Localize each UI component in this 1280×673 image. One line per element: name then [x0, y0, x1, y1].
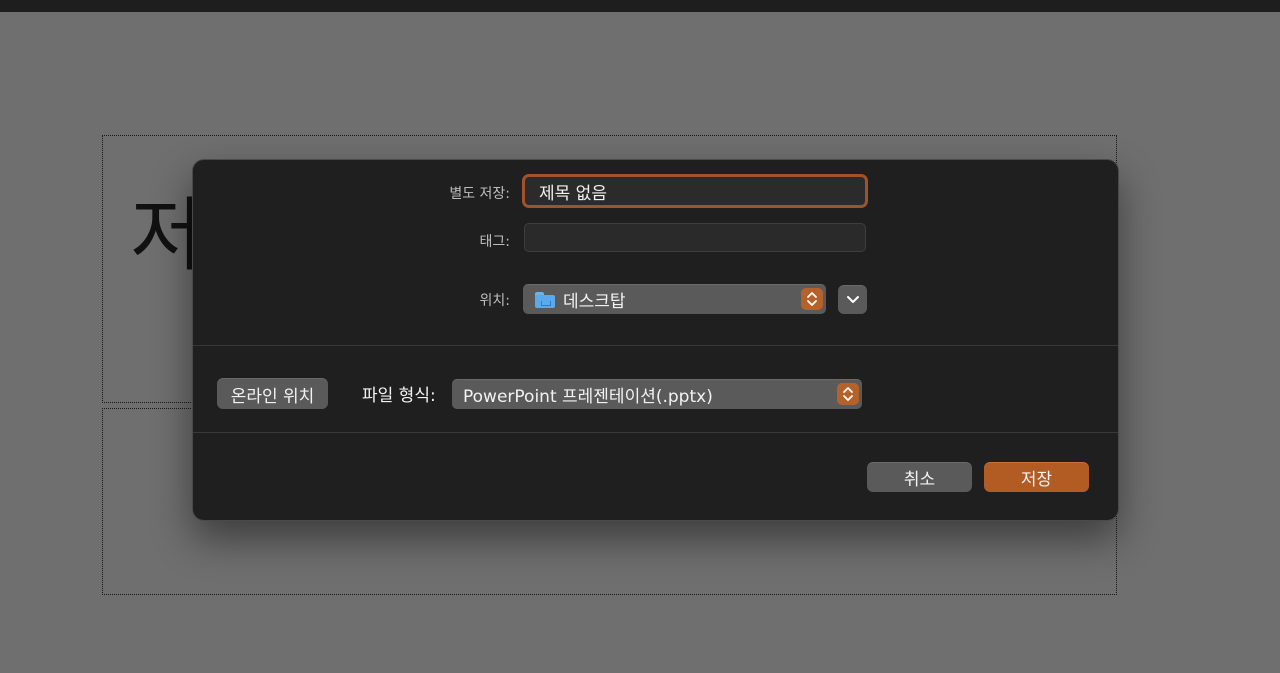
up-down-chevron-icon: [837, 383, 859, 405]
tags-input[interactable]: [524, 223, 866, 252]
folder-icon: [535, 291, 555, 308]
chevron-down-icon: [846, 296, 859, 303]
expand-dialog-button[interactable]: [838, 285, 867, 314]
divider: [193, 345, 1118, 346]
tags-label: 태그:: [479, 234, 510, 250]
save-as-label: 별도 저장:: [449, 186, 510, 202]
save-button[interactable]: 저장: [984, 462, 1089, 492]
where-label: 위치:: [479, 293, 510, 309]
app-toolbar-strip: [0, 0, 1280, 12]
online-locations-button[interactable]: 온라인 위치: [217, 378, 328, 409]
location-value: 데스크탑: [563, 292, 626, 312]
up-down-chevron-icon: [801, 288, 823, 310]
file-format-label: 파일 형식:: [362, 386, 436, 406]
divider: [193, 432, 1118, 433]
file-format-value: PowerPoint 프레젠테이션(.pptx): [463, 387, 713, 407]
location-popup[interactable]: 데스크탑: [523, 284, 826, 314]
file-format-popup[interactable]: PowerPoint 프레젠테이션(.pptx): [452, 379, 862, 409]
cancel-button[interactable]: 취소: [867, 462, 972, 492]
save-dialog: 별도 저장: 태그: 위치: 데스크탑 온라인 위치 파일 형식: PowerP…: [192, 159, 1119, 521]
file-name-input[interactable]: [522, 174, 868, 208]
